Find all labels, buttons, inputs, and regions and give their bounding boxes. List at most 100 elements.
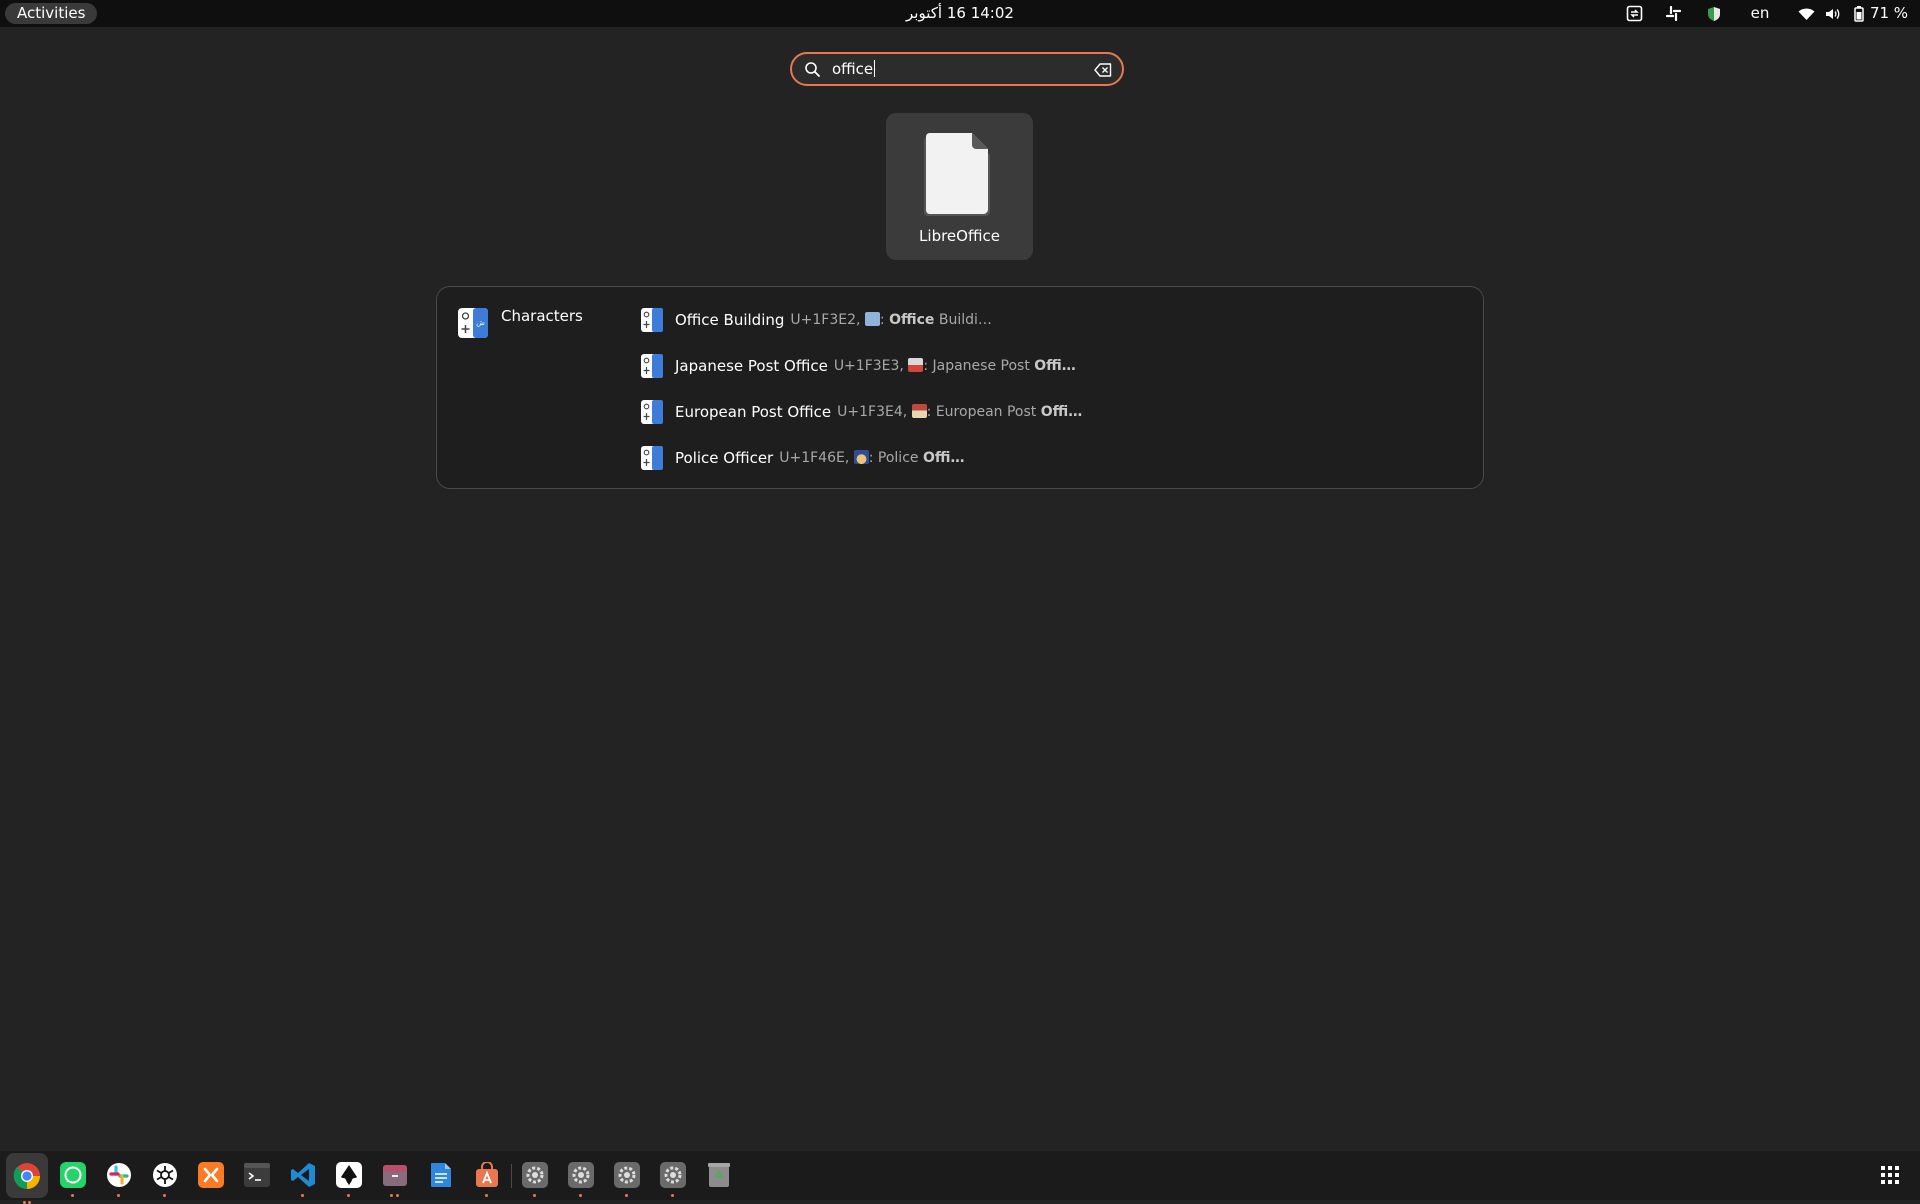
running-indicator: [533, 1194, 536, 1197]
result-row-police-officer[interactable]: Police Officer U+1F46E, : Police Offi…: [641, 443, 964, 473]
result-description: U+1F3E3, : Japanese Post Offi…: [834, 358, 1076, 374]
desc-mid: :: [879, 312, 890, 328]
provider-name: Characters: [501, 307, 583, 325]
chatgpt-icon: [153, 1163, 177, 1187]
result-description: U+1F3E2, : Office Buildi…: [790, 312, 992, 328]
office-building-emoji: [864, 312, 880, 326]
search-provider-results: ش Characters Office Building U+1F3E2, : …: [436, 286, 1484, 489]
screen-share-icon[interactable]: [1624, 0, 1644, 27]
dock-xampp[interactable]: [195, 1159, 227, 1191]
keyboard-language[interactable]: en: [1748, 0, 1772, 27]
running-indicator: [579, 1194, 582, 1197]
gear-icon: [660, 1162, 686, 1188]
dock: [0, 1151, 1920, 1204]
result-title: Office Building: [675, 311, 785, 329]
running-indicator: [301, 1194, 304, 1197]
running-indicator: [625, 1194, 628, 1197]
search-input[interactable]: office: [832, 54, 876, 84]
dock-vscode[interactable]: [287, 1159, 319, 1197]
dock-settings-3[interactable]: [611, 1159, 643, 1197]
vscode-icon: [291, 1163, 315, 1187]
dock-settings-1[interactable]: [519, 1159, 551, 1197]
characters-result-icon: [641, 446, 663, 470]
result-title: European Post Office: [675, 403, 832, 421]
shield-icon[interactable]: [1704, 0, 1724, 27]
japanese-post-office-emoji: [908, 358, 924, 372]
running-indicator: [163, 1194, 166, 1197]
result-row-office-building[interactable]: Office Building U+1F3E2, : Office Buildi…: [641, 305, 992, 335]
codepoint: U+1F46E,: [779, 450, 850, 466]
search-icon: [804, 61, 821, 82]
chrome-icon: [13, 1162, 40, 1189]
svg-text:ش: ش: [476, 319, 485, 327]
text-caret: [874, 60, 876, 77]
slack-tray-icon[interactable]: [1663, 0, 1683, 27]
running-indicator: [485, 1194, 488, 1197]
app-center-icon: [476, 1162, 498, 1187]
dock-whatsapp[interactable]: [57, 1159, 89, 1197]
police-officer-emoji: [853, 450, 869, 464]
characters-result-icon: [641, 354, 663, 378]
inkscape-icon: [336, 1162, 362, 1188]
running-indicator: [117, 1194, 120, 1197]
clear-text-icon[interactable]: [1094, 62, 1112, 81]
show-apps-button[interactable]: [1881, 1166, 1899, 1188]
battery-percentage[interactable]: 71 %: [1869, 0, 1909, 27]
app-result-libreoffice[interactable]: LibreOffice: [886, 113, 1033, 260]
desc-match: Offi…: [1034, 358, 1076, 374]
dock-separator: [511, 1164, 512, 1188]
dock-chatgpt[interactable]: [149, 1159, 181, 1197]
clock-text[interactable]: 14:02 16 أكتوبر: [906, 4, 1014, 22]
result-row-european-post-office[interactable]: European Post Office U+1F3E4, : European…: [641, 397, 1082, 427]
result-title: Japanese Post Office: [675, 357, 828, 375]
desc-match: Offi…: [1040, 404, 1083, 420]
running-indicator: [347, 1194, 350, 1197]
running-indicator: [671, 1194, 674, 1197]
dock-terminal[interactable]: [241, 1159, 273, 1191]
trash-icon: [708, 1163, 730, 1187]
codepoint: U+1F3E2,: [790, 312, 861, 328]
terminal-icon: [244, 1163, 270, 1187]
xampp-icon: [198, 1162, 224, 1188]
search-text: office: [832, 60, 874, 78]
desc-mid: : European Post: [926, 404, 1041, 420]
result-row-japanese-post-office[interactable]: Japanese Post Office U+1F3E3, : Japanese…: [641, 351, 1076, 381]
archive-icon: [383, 1165, 407, 1186]
desc-tail: Buildi…: [934, 312, 992, 328]
whatsapp-icon: [60, 1162, 86, 1188]
activities-button[interactable]: Activities: [5, 3, 98, 24]
dock-app-center[interactable]: [471, 1159, 503, 1197]
dock-chrome[interactable]: [6, 1153, 48, 1204]
wifi-icon[interactable]: [1796, 0, 1816, 27]
gear-icon: [568, 1162, 594, 1188]
characters-result-icon: [641, 308, 663, 332]
volume-icon[interactable]: [1823, 0, 1843, 27]
codepoint: U+1F3E4,: [837, 404, 908, 420]
dock-trash[interactable]: [703, 1159, 735, 1191]
running-indicator: [390, 1194, 393, 1197]
running-indicator: [396, 1194, 399, 1197]
app-label: LibreOffice: [919, 227, 1000, 245]
result-description: U+1F46E, : Police Offi…: [779, 450, 964, 466]
search-field[interactable]: office: [790, 52, 1124, 86]
battery-icon[interactable]: [1852, 0, 1866, 27]
desc-match: Offi…: [922, 450, 965, 466]
dock-slack[interactable]: [103, 1159, 135, 1197]
top-bar: Activities 14:02 16 أكتوبر en 71 %: [0, 0, 1920, 27]
dock-settings-2[interactable]: [565, 1159, 597, 1197]
libreoffice-icon: [924, 131, 994, 223]
result-description: U+1F3E4, : European Post Offi…: [837, 404, 1082, 420]
libreoffice-writer-icon: [431, 1163, 451, 1187]
characters-result-icon: [641, 400, 663, 424]
characters-app-icon[interactable]: ش: [458, 308, 488, 342]
dock-files[interactable]: [379, 1159, 411, 1197]
dock-settings-4[interactable]: [657, 1159, 689, 1197]
app-grid-icon: [1881, 1166, 1899, 1184]
desc-match: Office: [889, 312, 935, 328]
codepoint: U+1F3E3,: [833, 358, 904, 374]
dock-inkscape[interactable]: [333, 1159, 365, 1197]
european-post-office-emoji: [911, 404, 927, 418]
desc-mid: : Japanese Post: [923, 358, 1035, 374]
dock-libreoffice-writer[interactable]: [425, 1159, 457, 1191]
gear-icon: [522, 1162, 548, 1188]
